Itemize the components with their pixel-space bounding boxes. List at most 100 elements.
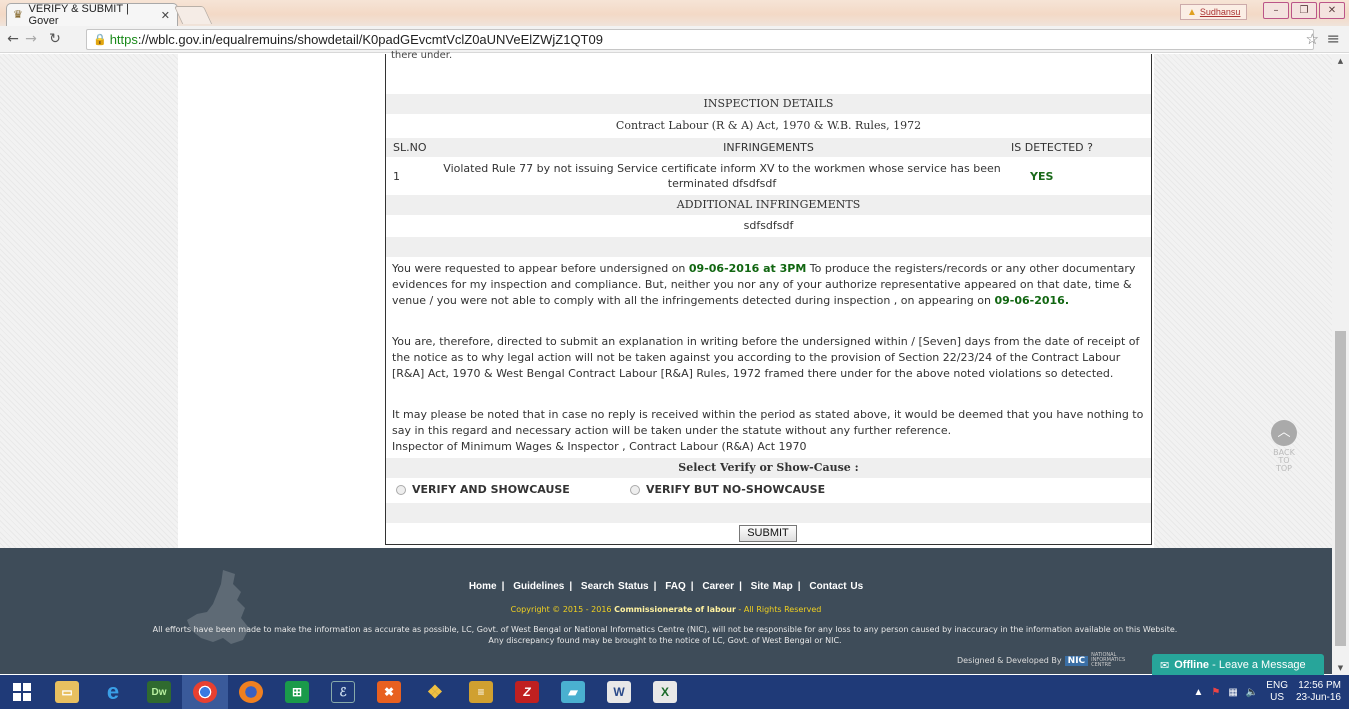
footer-link-home[interactable]: Home bbox=[469, 581, 497, 592]
lock-icon: 🔒 bbox=[93, 34, 107, 46]
folder-blue-icon: ▰ bbox=[561, 681, 585, 703]
clock[interactable]: 12:56 PM 23-Jun-16 bbox=[1296, 680, 1341, 704]
footer-link-search-status[interactable]: Search Status bbox=[581, 581, 649, 592]
spacer-row bbox=[386, 237, 1151, 257]
window-controls: – ❐ ✕ bbox=[1263, 2, 1345, 19]
elephant-icon: ℰ bbox=[331, 681, 355, 703]
site-footer: Home | Guidelines | Search Status | FAQ | Ca… bbox=[0, 548, 1332, 674]
filezilla-icon[interactable]: Z bbox=[504, 675, 550, 709]
tray-expand-icon[interactable]: ▲ bbox=[1194, 687, 1204, 698]
inspector-signature: Inspector of Minimum Wages & Inspector ,… bbox=[392, 440, 807, 453]
close-window-button[interactable]: ✕ bbox=[1319, 2, 1345, 19]
action-radio-group: VERIFY AND SHOWCAUSE VERIFY BUT NO-SHOWC… bbox=[386, 479, 1151, 501]
store-icon[interactable]: ⊞ bbox=[274, 675, 320, 709]
dreamweaver-icon[interactable]: Dw bbox=[136, 675, 182, 709]
scroll-thumb[interactable] bbox=[1335, 331, 1346, 646]
notice-panel: there under. INSPECTION DETAILS Contract… bbox=[385, 50, 1152, 545]
designed-by: Designed & Developed By NIC NATIONAL INF… bbox=[957, 652, 1126, 668]
chrome-icon[interactable] bbox=[182, 675, 228, 709]
xampp-logo-icon: ✖ bbox=[377, 681, 401, 703]
tab-title: VERIFY & SUBMIT | Gover bbox=[28, 3, 129, 27]
infringement-row: 1 Violated Rule 77 by not issuing Servic… bbox=[386, 158, 1151, 194]
chrome-logo-icon bbox=[193, 681, 217, 703]
p1-text-a: You were requested to appear before unde… bbox=[392, 262, 689, 275]
radio-verify-showcause[interactable]: VERIFY AND SHOWCAUSE bbox=[396, 483, 570, 496]
clock-date: 23-Jun-16 bbox=[1295, 692, 1341, 703]
bird-icon: ❖ bbox=[426, 681, 444, 702]
internet-explorer-icon[interactable]: e bbox=[90, 675, 136, 709]
back-arrow-icon[interactable]: ← bbox=[4, 31, 22, 47]
firefox-icon[interactable] bbox=[228, 675, 274, 709]
bird-app-icon[interactable]: ❖ bbox=[412, 675, 458, 709]
chevron-up-icon: ︿ bbox=[1271, 420, 1297, 446]
hearing-datetime: 09-06-2016 at 3PM bbox=[688, 262, 807, 275]
footer-link-site-map[interactable]: Site Map bbox=[751, 581, 793, 592]
chat-offline-widget[interactable]: ✉ Offline - Leave a Message bbox=[1152, 654, 1324, 676]
scroll-up-icon[interactable]: ▲ bbox=[1332, 57, 1349, 65]
windows-start-button[interactable] bbox=[0, 675, 44, 709]
word-icon[interactable]: W bbox=[596, 675, 642, 709]
radio-verify-no-showcause[interactable]: VERIFY BUT NO-SHOWCAUSE bbox=[630, 483, 825, 496]
submit-button[interactable]: SUBMIT bbox=[739, 525, 797, 542]
tab-close-icon[interactable]: ✕ bbox=[161, 9, 170, 22]
browser-toolbar: ← → ↻ 🔒 https://wblc.gov.in/equalremuins… bbox=[0, 26, 1349, 53]
radio-verify-no-showcause-label: VERIFY BUT NO-SHOWCAUSE bbox=[646, 483, 826, 496]
copyright-org: Commissionerate of labour bbox=[614, 605, 736, 614]
copyright-pre: Copyright © 2015 - 2016 bbox=[510, 605, 615, 614]
excel-logo-icon: X bbox=[653, 681, 677, 703]
back-to-top-button[interactable]: ︿ BACK TO TOP bbox=[1264, 420, 1304, 473]
excel-icon[interactable]: X bbox=[642, 675, 688, 709]
browser-tab[interactable]: ♛ VERIFY & SUBMIT | Gover ✕ bbox=[6, 3, 178, 27]
notice-paragraph-direction: You are, therefore, directed to submit a… bbox=[392, 335, 1140, 380]
spacer-row bbox=[386, 503, 1151, 523]
chat-status: Offline bbox=[1174, 659, 1210, 671]
footer-link-faq[interactable]: FAQ bbox=[665, 581, 686, 592]
fz-logo-icon: Z bbox=[515, 681, 539, 703]
top-fragment-text: there under. bbox=[391, 50, 453, 61]
infringement-columns-header: SL.NO INFRINGEMENTS IS DETECTED ? bbox=[386, 138, 1151, 157]
system-tray: ▲ ⚑ ▦ 🔈 ENG US 12:56 PM 23-Jun-16 bbox=[1194, 675, 1341, 709]
bookmark-star-icon[interactable]: ☆ bbox=[1306, 30, 1319, 48]
copyright-post: - All Rights Reserved bbox=[735, 605, 822, 614]
reload-icon[interactable]: ↻ bbox=[46, 31, 64, 47]
radio-verify-showcause-label: VERIFY AND SHOWCAUSE bbox=[412, 483, 570, 496]
url-path: ://wblc.gov.in/equalremuins/showdetail/K… bbox=[137, 32, 603, 47]
sql-server-icon[interactable]: ≡ bbox=[458, 675, 504, 709]
browser-menu-icon[interactable]: ≡ bbox=[1327, 29, 1340, 48]
restore-button[interactable]: ❐ bbox=[1291, 2, 1317, 19]
radio-circle-icon[interactable] bbox=[396, 484, 406, 495]
footer-link-career[interactable]: Career bbox=[702, 581, 734, 592]
address-bar[interactable]: 🔒 https://wblc.gov.in/equalremuins/showd… bbox=[86, 29, 1314, 50]
new-tab-button[interactable] bbox=[173, 6, 213, 24]
footer-link-guidelines[interactable]: Guidelines bbox=[513, 581, 564, 592]
warning-icon: ▲ bbox=[1187, 6, 1197, 18]
notice-paragraph-warning: It may please be noted that in case no r… bbox=[392, 407, 1147, 455]
network-icon[interactable]: ▦ bbox=[1228, 687, 1237, 698]
sticky-folder-icon[interactable]: ▰ bbox=[550, 675, 596, 709]
url-scheme: https bbox=[109, 32, 138, 47]
scroll-down-icon[interactable]: ▼ bbox=[1332, 664, 1349, 672]
profile-badge[interactable]: ▲ Sudhansu bbox=[1180, 4, 1248, 20]
windows-taskbar: ▭ e Dw ⊞ ℰ ✖ ❖ ≡ Z ▰ W X ▲ ⚑ ▦ 🔈 ENG US … bbox=[0, 675, 1349, 709]
pgadmin-icon[interactable]: ℰ bbox=[320, 675, 366, 709]
mail-icon: ✉ bbox=[1160, 659, 1170, 672]
back-to-top-label: BACK TO TOP bbox=[1273, 448, 1295, 473]
chat-label: - Leave a Message bbox=[1209, 659, 1306, 671]
copyright: Copyright © 2015 - 2016 Commissionerate … bbox=[0, 605, 1332, 614]
footer-link-contact-us[interactable]: Contact Us bbox=[809, 581, 863, 592]
detected-status: YES bbox=[1030, 170, 1054, 183]
vertical-scrollbar[interactable]: ▲ ▼ bbox=[1332, 54, 1349, 675]
language-indicator[interactable]: ENG US bbox=[1266, 680, 1288, 704]
chat-label-wrap: Offline - Leave a Message bbox=[1174, 659, 1305, 671]
clock-time: 12:56 PM bbox=[1298, 680, 1341, 691]
file-explorer-icon[interactable]: ▭ bbox=[44, 675, 90, 709]
volume-icon[interactable]: 🔈 bbox=[1246, 687, 1258, 698]
additional-infringements-value: sdfsdfsdf bbox=[743, 219, 794, 232]
nic-logo-subtitle: NATIONAL INFORMATICS CENTRE bbox=[1091, 652, 1126, 668]
radio-circle-icon[interactable] bbox=[630, 484, 640, 495]
act-title: Contract Labour (R & A) Act, 1970 & W.B.… bbox=[615, 119, 922, 132]
forward-arrow-icon[interactable]: → bbox=[22, 31, 40, 47]
minimize-button[interactable]: – bbox=[1263, 2, 1289, 19]
xampp-icon[interactable]: ✖ bbox=[366, 675, 412, 709]
action-center-icon[interactable]: ⚑ bbox=[1211, 687, 1220, 698]
